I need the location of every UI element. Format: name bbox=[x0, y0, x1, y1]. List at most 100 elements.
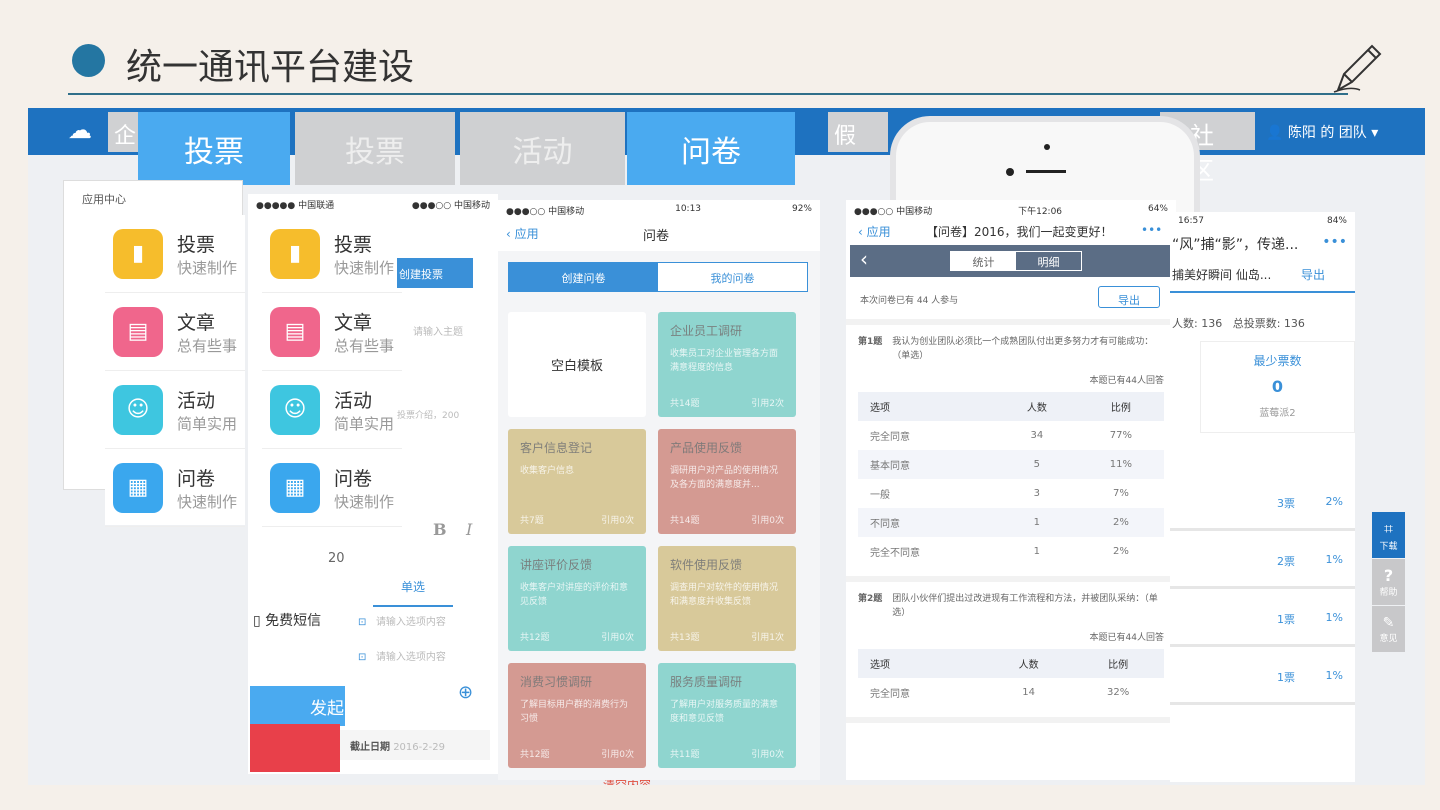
floating-toolbar: ⌗ 下载 ? 帮助 ✎ 意见 bbox=[1372, 512, 1405, 652]
template-count: 共14题 bbox=[670, 399, 700, 409]
tab-my-surveys[interactable]: 我的问卷 bbox=[658, 263, 807, 291]
app-item-activity[interactable]: ☺ 活动 简单实用 bbox=[105, 371, 245, 449]
template-desc: 调研用户对产品的使用情况及各方面的满意度并... bbox=[670, 466, 779, 490]
option-input-2[interactable]: ⊡ 请输入选项内容 bbox=[358, 648, 446, 663]
nav-item[interactable]: 假 bbox=[828, 112, 888, 152]
template-desc: 收集客户对讲座的评价和意见反馈 bbox=[520, 583, 629, 607]
table-row: 完全不同意 1 2% bbox=[870, 546, 1129, 559]
tab-survey[interactable]: 问卷 bbox=[627, 112, 795, 185]
tab-stats[interactable]: 统计 bbox=[951, 252, 1016, 270]
app-item-vote[interactable]: ▮ 投票 快速制作 bbox=[262, 215, 402, 293]
year-field[interactable]: 20 bbox=[328, 551, 345, 566]
template-used: 引用0次 bbox=[601, 633, 634, 643]
help-button[interactable]: ? 帮助 bbox=[1372, 559, 1405, 605]
screenshot-collage: ☁ 企 假 社区 👤 陈阳 的 团队 ▾ 投票 投票 活动 问卷 应用中心 ▮ 投… bbox=[28, 108, 1425, 785]
question-block: 第2题 团队小伙伴们提出过改进现有工作流程和方法，并被团队采纳：（单选） 本题已有4… bbox=[846, 582, 1176, 723]
submit-button[interactable]: 发起 bbox=[250, 686, 345, 726]
single-choice-label: 单选 bbox=[400, 580, 425, 594]
phone-survey-templates: ●●●○○ 中国移动 10:13 92% ‹ 应用 问卷 创建问卷 我的问卷 空白模… bbox=[498, 200, 820, 780]
survey-template-card[interactable]: 讲座评价反馈 收集客户对讲座的评价和意见反馈 共12题 引用0次 bbox=[508, 546, 646, 651]
template-desc: 收集客户信息 bbox=[520, 466, 575, 476]
add-option-icon[interactable]: ⊕ bbox=[458, 682, 473, 703]
export-button[interactable]: 导出 bbox=[1301, 266, 1325, 283]
more-icon[interactable]: ••• bbox=[1141, 223, 1162, 237]
survey-template-card[interactable]: 消费习惯调研 了解目标用户群的消费行为习惯 共12题 引用0次 bbox=[508, 663, 646, 768]
clipboard-icon: ▦ bbox=[270, 462, 320, 513]
option-input-1[interactable]: ⊡ 请输入选项内容 bbox=[358, 613, 446, 628]
user-name: 陈阳 的 团队 bbox=[1287, 125, 1367, 141]
table-row: 完全同意 34 77% bbox=[870, 430, 1133, 443]
question-block: 第1题 我认为创业团队必须比一个成熟团队付出更多努力才有可能成功：（单选） 本题已有… bbox=[846, 325, 1176, 582]
app-item-survey[interactable]: ▦ 问卷 快速制作 bbox=[105, 449, 245, 527]
bar-chart-icon: ▮ bbox=[113, 228, 163, 279]
participants-count: 人数: 136 bbox=[1172, 317, 1223, 330]
subject-input[interactable]: 请输入主题 bbox=[413, 323, 463, 338]
intro-input[interactable]: 投票介绍，200 bbox=[397, 408, 459, 421]
back-button[interactable]: ‹ 应用 bbox=[858, 223, 891, 240]
single-choice-tab[interactable]: 单选 bbox=[338, 568, 488, 607]
more-icon[interactable]: ••• bbox=[1322, 234, 1347, 250]
qr-code-icon: ⌗ bbox=[1383, 518, 1393, 538]
vote-title: “风”捕“影”，传递... ••• bbox=[1172, 234, 1347, 253]
survey-template-card[interactable]: 产品使用反馈 调研用户对产品的使用情况及各方面的满意度并... 共14题 引用0次 bbox=[658, 429, 796, 534]
clipboard-icon: ▦ bbox=[113, 462, 163, 513]
survey-template-card[interactable]: 软件使用反馈 调查用户对软件的使用情况和满意度并收集反馈 共13题 引用1次 bbox=[658, 546, 796, 651]
survey-template-card[interactable]: 客户信息登记 收集客户信息 共7题 引用0次 bbox=[508, 429, 646, 534]
app-list-1: ▮ 投票 快速制作 ▤ 文章 总有些事 ☺ 活动 简单实用 ▦ 问卷 快速制作 bbox=[105, 215, 245, 527]
app-item-article[interactable]: ▤ 文章 总有些事 bbox=[105, 293, 245, 371]
red-block bbox=[250, 724, 340, 772]
app-item-survey[interactable]: ▦ 问卷 快速制作 bbox=[262, 449, 402, 527]
app-list-2: ▮ 投票 快速制作 ▤ 文章 总有些事 ☺ 活动 简单实用 ▦ 问卷 快速制作 bbox=[262, 215, 402, 527]
feedback-button[interactable]: ✎ 意见 bbox=[1372, 606, 1405, 652]
question-no: 第1题 bbox=[858, 337, 883, 347]
template-name: 产品使用反馈 bbox=[670, 441, 743, 455]
status-bar: ●●●○○ 中国移动 下午12:06 64% bbox=[854, 204, 1168, 217]
template-count: 共12题 bbox=[520, 750, 550, 760]
app-item-activity[interactable]: ☺ 活动 简单实用 bbox=[262, 371, 402, 449]
edit-icon: ✎ bbox=[1382, 614, 1395, 631]
user-menu[interactable]: 👤 陈阳 的 团队 ▾ bbox=[1266, 122, 1378, 142]
status-bar: ●●●●● 中国联通 ●●●○○ 中国移动 bbox=[256, 201, 490, 211]
question-text: 我认为创业团队必须比一个成熟团队付出更多努力才有可能成功：（单选） bbox=[892, 337, 1154, 361]
back-arrow-icon[interactable]: ‹ bbox=[860, 247, 868, 271]
download-button[interactable]: ⌗ 下载 bbox=[1372, 512, 1405, 558]
phone-survey-stats: ●●●○○ 中国移动 下午12:06 64% ‹ 应用 【问卷】2016，我们一起变… bbox=[846, 200, 1176, 780]
deadline-row[interactable]: 截止日期 2016-2-29 bbox=[340, 730, 490, 760]
tab-create-survey[interactable]: 创建问卷 bbox=[509, 263, 658, 291]
italic-button[interactable]: I bbox=[466, 520, 472, 539]
vote-result-row: 1票 1% bbox=[1170, 647, 1355, 705]
tab-detail[interactable]: 明细 bbox=[1016, 252, 1081, 270]
template-desc: 调查用户对软件的使用情况和满意度并收集反馈 bbox=[670, 583, 779, 607]
pen-icon bbox=[1333, 44, 1382, 93]
tab-vote-1[interactable]: 投票 bbox=[138, 112, 290, 185]
template-name: 讲座评价反馈 bbox=[520, 558, 593, 572]
free-sms[interactable]: ▯ 免费短信 bbox=[253, 610, 321, 630]
table-row: 一般 3 7% bbox=[870, 488, 1129, 501]
status-bar: ●●●○○ 中国移动 10:13 92% bbox=[498, 200, 820, 221]
screen-title: 问卷 bbox=[643, 229, 670, 244]
template-desc: 了解目标用户群的消费行为习惯 bbox=[520, 700, 629, 724]
tab-vote-2[interactable]: 投票 bbox=[295, 112, 455, 185]
stats-header: ‹ 统计 明细 bbox=[850, 245, 1176, 277]
participants-count: 本次问卷已有 44 人参与 bbox=[860, 296, 959, 306]
template-desc: 收集员工对企业管理各方面满意程度的信息 bbox=[670, 349, 779, 373]
question-no: 第2题 bbox=[858, 594, 883, 604]
survey-segmented: 创建问卷 我的问卷 bbox=[508, 262, 808, 292]
template-name: 消费习惯调研 bbox=[520, 675, 593, 689]
min-votes-box: 最少票数 0 蓝莓派2 bbox=[1200, 341, 1355, 433]
back-button[interactable]: ‹ 应用 bbox=[506, 225, 539, 242]
template-used: 引用0次 bbox=[751, 516, 784, 526]
cloud-logo-icon: ☁ bbox=[68, 116, 92, 144]
survey-template-card[interactable]: 服务质量调研 了解用户对服务质量的满意度和意见反馈 共11题 引用0次 bbox=[658, 663, 796, 768]
tab-activity[interactable]: 活动 bbox=[460, 112, 625, 185]
free-sms-label: 免费短信 bbox=[265, 613, 322, 629]
bold-button[interactable]: B bbox=[433, 520, 447, 539]
people-icon: ☺ bbox=[270, 384, 320, 435]
survey-template-card[interactable]: 企业员工调研 收集员工对企业管理各方面满意程度的信息 共14题 引用2次 bbox=[658, 312, 796, 417]
template-count: 共7题 bbox=[520, 516, 544, 526]
app-item-vote[interactable]: ▮ 投票 快速制作 bbox=[105, 215, 245, 293]
app-item-article[interactable]: ▤ 文章 总有些事 bbox=[262, 293, 402, 371]
export-button[interactable]: 导出 bbox=[1098, 286, 1160, 308]
blank-template[interactable]: 空白模板 bbox=[508, 312, 646, 417]
question-icon: ? bbox=[1383, 566, 1394, 585]
